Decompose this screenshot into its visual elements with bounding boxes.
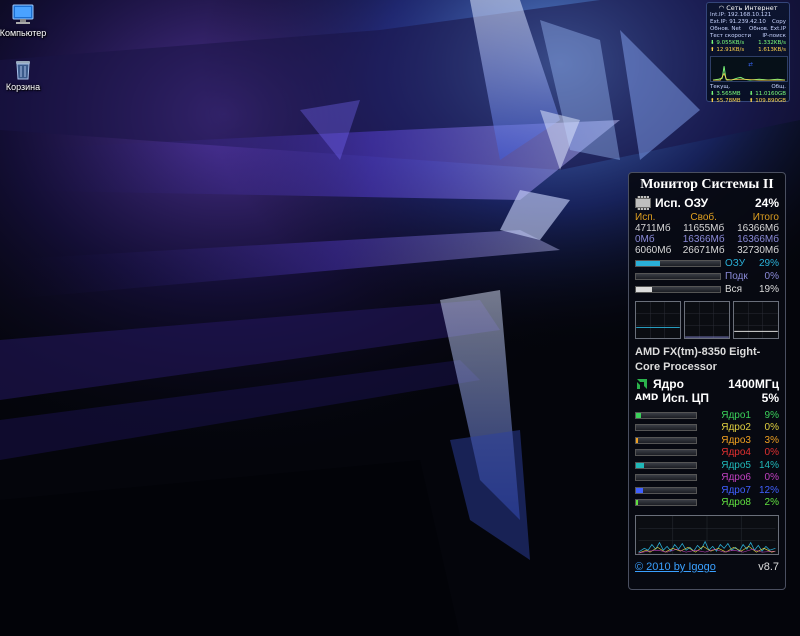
network-gadget: ◠ Сеть Интернет Int.IP: 192.168.10.121 E… <box>706 2 790 104</box>
core-row: Ядро5 14% <box>635 459 779 472</box>
int-ip-value: 192.168.10.121 <box>727 12 772 18</box>
refresh-row: Обнов. Net Обнов. Ext.IP <box>710 26 786 33</box>
copy-link[interactable]: Copy <box>772 19 786 26</box>
ram-percent: 24% <box>754 196 779 210</box>
memory-graphs <box>635 301 779 339</box>
version-label: v8.7 <box>758 561 779 573</box>
progress-bar <box>635 285 721 293</box>
refresh-net-link[interactable]: Обнов. Net <box>710 26 741 33</box>
progress-fill <box>636 437 639 443</box>
desktop-icon-computer[interactable]: Компьютер <box>0 4 58 38</box>
copyright-link[interactable]: © 2010 by Igogo <box>635 561 716 573</box>
recycle-bin-icon <box>16 61 30 80</box>
gadget-footer: © 2010 by Igogo v8.7 <box>635 561 779 573</box>
memory-bar-ram: ОЗУ 29% <box>635 257 779 269</box>
network-gadget-title: ◠ Сеть Интернет <box>718 4 778 12</box>
core-row: Ядро6 0% <box>635 472 779 485</box>
totals-down-row: ⬇ 3.565MB ⬇ 11.0160GB <box>710 91 786 97</box>
memory-table-header: Исп. Своб. Итого <box>635 212 779 223</box>
speed-test-link[interactable]: Тест скорости <box>710 33 751 40</box>
progress-bar <box>635 411 697 419</box>
upload-speed-row: ⬆ 12.91KB/s 1.613KB/s <box>710 47 786 53</box>
ram-chip-icon <box>635 196 651 210</box>
progress-bar <box>635 424 697 432</box>
progress-bar <box>635 461 697 469</box>
core-row: Ядро8 2% <box>635 497 779 510</box>
memory-row-ram: 4711Мб 11655Мб 16366Мб <box>635 223 779 234</box>
cpu-frequency-row: Ядро 1400МГц <box>635 377 779 391</box>
wifi-icon: ◠ <box>718 4 725 12</box>
cpu-usage-row: AMD Исп. ЦП 5% <box>635 391 779 405</box>
core-row: Ядро2 0% <box>635 422 779 435</box>
memory-bar-total: Вся 19% <box>635 283 779 295</box>
progress-fill <box>636 487 644 493</box>
memory-row-total: 6060Мб 26671Мб 32730Мб <box>635 245 779 256</box>
memory-row-swap: 0Мб 16366Мб 16366Мб <box>635 234 779 245</box>
progress-bar <box>635 474 697 482</box>
progress-fill <box>636 500 639 506</box>
progress-fill <box>636 260 661 266</box>
desktop-icon-label: Компьютер <box>0 28 47 38</box>
ip-search-link[interactable]: IP-поиск <box>762 33 786 40</box>
total-memory-history-graph <box>733 301 779 339</box>
core-row: Ядро4 0% <box>635 447 779 460</box>
desktop-icon-label: Корзина <box>5 82 41 92</box>
cpu-model-name: AMD FX(tm)-8350 Eight-Core Processor <box>635 346 761 373</box>
refresh-ext-ip-link[interactable]: Обнов. Ext.IP <box>749 26 786 33</box>
progress-bar <box>635 499 697 507</box>
download-arrow-icon: ⬇ <box>710 40 715 46</box>
amd-brand-text: AMD <box>635 393 659 403</box>
memory-bars: ОЗУ 29% Подк 0% Вся 19% <box>635 257 779 295</box>
core-row: Ядро3 3% <box>635 434 779 447</box>
progress-fill <box>636 462 645 468</box>
desktop-icon-recycle-bin[interactable]: Корзина <box>0 58 58 92</box>
progress-bar <box>635 449 697 457</box>
network-traffic-graph: ⇄ <box>710 56 788 82</box>
ram-history-graph <box>635 301 681 339</box>
cpu-history-graph <box>635 515 779 555</box>
core-row: Ядро1 9% <box>635 409 779 422</box>
swap-icon: ⇄ <box>748 62 753 68</box>
ram-label: Исп. ОЗУ <box>655 196 709 210</box>
progress-fill <box>636 412 642 418</box>
progress-fill <box>636 286 652 292</box>
int-ip-row: Int.IP: 192.168.10.121 <box>710 12 772 18</box>
download-speed-row: ⬇ 9.055KB/s 1.332KB/s <box>710 40 786 46</box>
ext-ip-value: 91.239.42.10 <box>729 19 766 25</box>
gadget-title: Монитор Системы II <box>640 177 774 192</box>
cpu-cores-list: Ядро1 9% Ядро2 0% Ядро3 3% Ядро4 0% Ядро5 14%… <box>635 409 779 509</box>
swap-history-graph <box>684 301 730 339</box>
totals-up-row: ⬆ 55.78MB ⬆ 109.890GB <box>710 98 786 104</box>
ext-ip-row: Ext.IP: 91.239.42.10 Copy <box>710 19 786 26</box>
totals-header-row: Текущ. Общ. <box>710 84 786 90</box>
computer-icon <box>12 4 34 24</box>
memory-table: Исп. Своб. Итого 4711Мб 11655Мб 16366Мб … <box>635 212 779 256</box>
memory-bar-swap: Подк 0% <box>635 270 779 282</box>
progress-bar <box>635 486 697 494</box>
system-monitor-gadget: Монитор Системы II Исп. ОЗУ 24% Исп. Сво… <box>628 172 786 590</box>
core-row: Ядро7 12% <box>635 484 779 497</box>
cpu-usage-percent: 5% <box>761 391 779 405</box>
cpu-frequency: 1400МГц <box>728 377 779 391</box>
upload-arrow-icon: ⬆ <box>710 47 715 53</box>
progress-bar <box>635 436 697 444</box>
progress-bar <box>635 272 721 280</box>
tools-row: Тест скорости IP-поиск <box>710 33 786 40</box>
ram-header: Исп. ОЗУ 24% <box>635 196 779 210</box>
progress-bar <box>635 259 721 267</box>
amd-logo-icon <box>637 379 647 389</box>
